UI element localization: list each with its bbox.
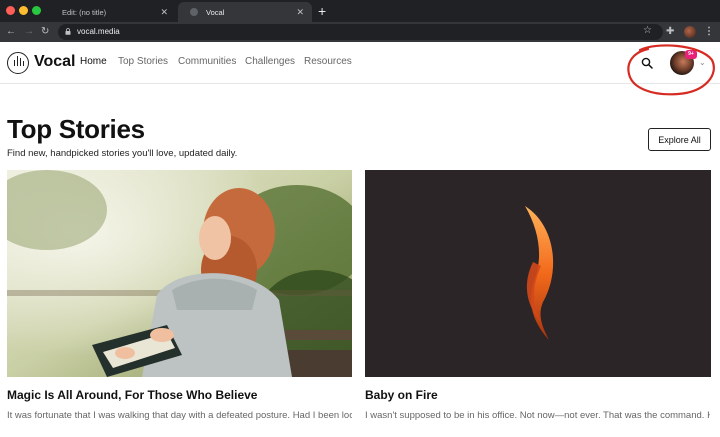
window-zoom-button[interactable] <box>32 6 41 15</box>
browser-toolbar: ← → ↻ vocal.media ☆ ✚ ⋮ <box>0 22 720 42</box>
reload-icon[interactable]: ↻ <box>41 25 49 39</box>
tab-close-icon[interactable]: ✕ <box>296 7 304 18</box>
reading-woman-illustration <box>7 170 352 377</box>
nav-challenges[interactable]: Challenges <box>245 56 295 67</box>
search-icon[interactable] <box>641 57 653 69</box>
flame-illustration <box>365 170 711 377</box>
back-arrow-icon[interactable]: ← <box>6 25 16 39</box>
forward-arrow-icon[interactable]: → <box>24 25 34 39</box>
window-close-button[interactable] <box>6 6 15 15</box>
nav-home[interactable]: Home <box>80 56 107 67</box>
story-title[interactable]: Baby on Fire <box>365 388 438 402</box>
nav-communities[interactable]: Communities <box>178 56 236 67</box>
story-image-reading-woman[interactable] <box>7 170 352 377</box>
window-minimize-button[interactable] <box>19 6 28 15</box>
page-title: Top Stories <box>7 114 145 144</box>
new-tab-icon[interactable]: + <box>318 3 326 19</box>
story-excerpt: It was fortunate that I was walking that… <box>7 410 352 421</box>
url-text: vocal.media <box>77 27 120 36</box>
story-image-flame[interactable] <box>365 170 711 377</box>
explore-all-button[interactable]: Explore All <box>648 128 711 151</box>
site-header: Vocal Home Top Stories Communities Chall… <box>0 42 720 84</box>
page-subtitle: Find new, handpicked stories you'll love… <box>7 148 238 159</box>
browser-tab-vocal[interactable]: Vocal ✕ <box>178 2 312 22</box>
browser-menu-icon[interactable]: ⋮ <box>704 26 714 38</box>
address-bar[interactable]: vocal.media <box>58 24 663 40</box>
tab-title: Edit: (no title) <box>62 7 107 17</box>
nav-resources[interactable]: Resources <box>304 56 352 67</box>
chevron-down-icon[interactable]: ⌄ <box>699 58 706 67</box>
tab-close-icon[interactable]: ✕ <box>160 7 168 18</box>
site-logo[interactable]: Vocal <box>34 53 76 71</box>
notification-badge: 9+ <box>685 50 697 59</box>
browser-profile-avatar[interactable] <box>684 26 696 38</box>
tab-title: Vocal <box>206 7 225 17</box>
story-title[interactable]: Magic Is All Around, For Those Who Belie… <box>7 388 257 402</box>
nav-top-stories[interactable]: Top Stories <box>118 56 168 67</box>
browser-tab-edit[interactable]: Edit: (no title) ✕ <box>50 2 176 22</box>
story-excerpt: I wasn't supposed to be in his office. N… <box>365 410 710 421</box>
browser-tab-bar: Edit: (no title) ✕ Vocal ✕ + <box>0 0 720 22</box>
vocal-logo-icon[interactable] <box>7 52 29 74</box>
bookmark-star-icon[interactable]: ☆ <box>643 25 652 36</box>
favicon-icon <box>190 8 198 16</box>
lock-icon <box>65 28 71 35</box>
extensions-puzzle-icon[interactable]: ✚ <box>666 26 674 38</box>
